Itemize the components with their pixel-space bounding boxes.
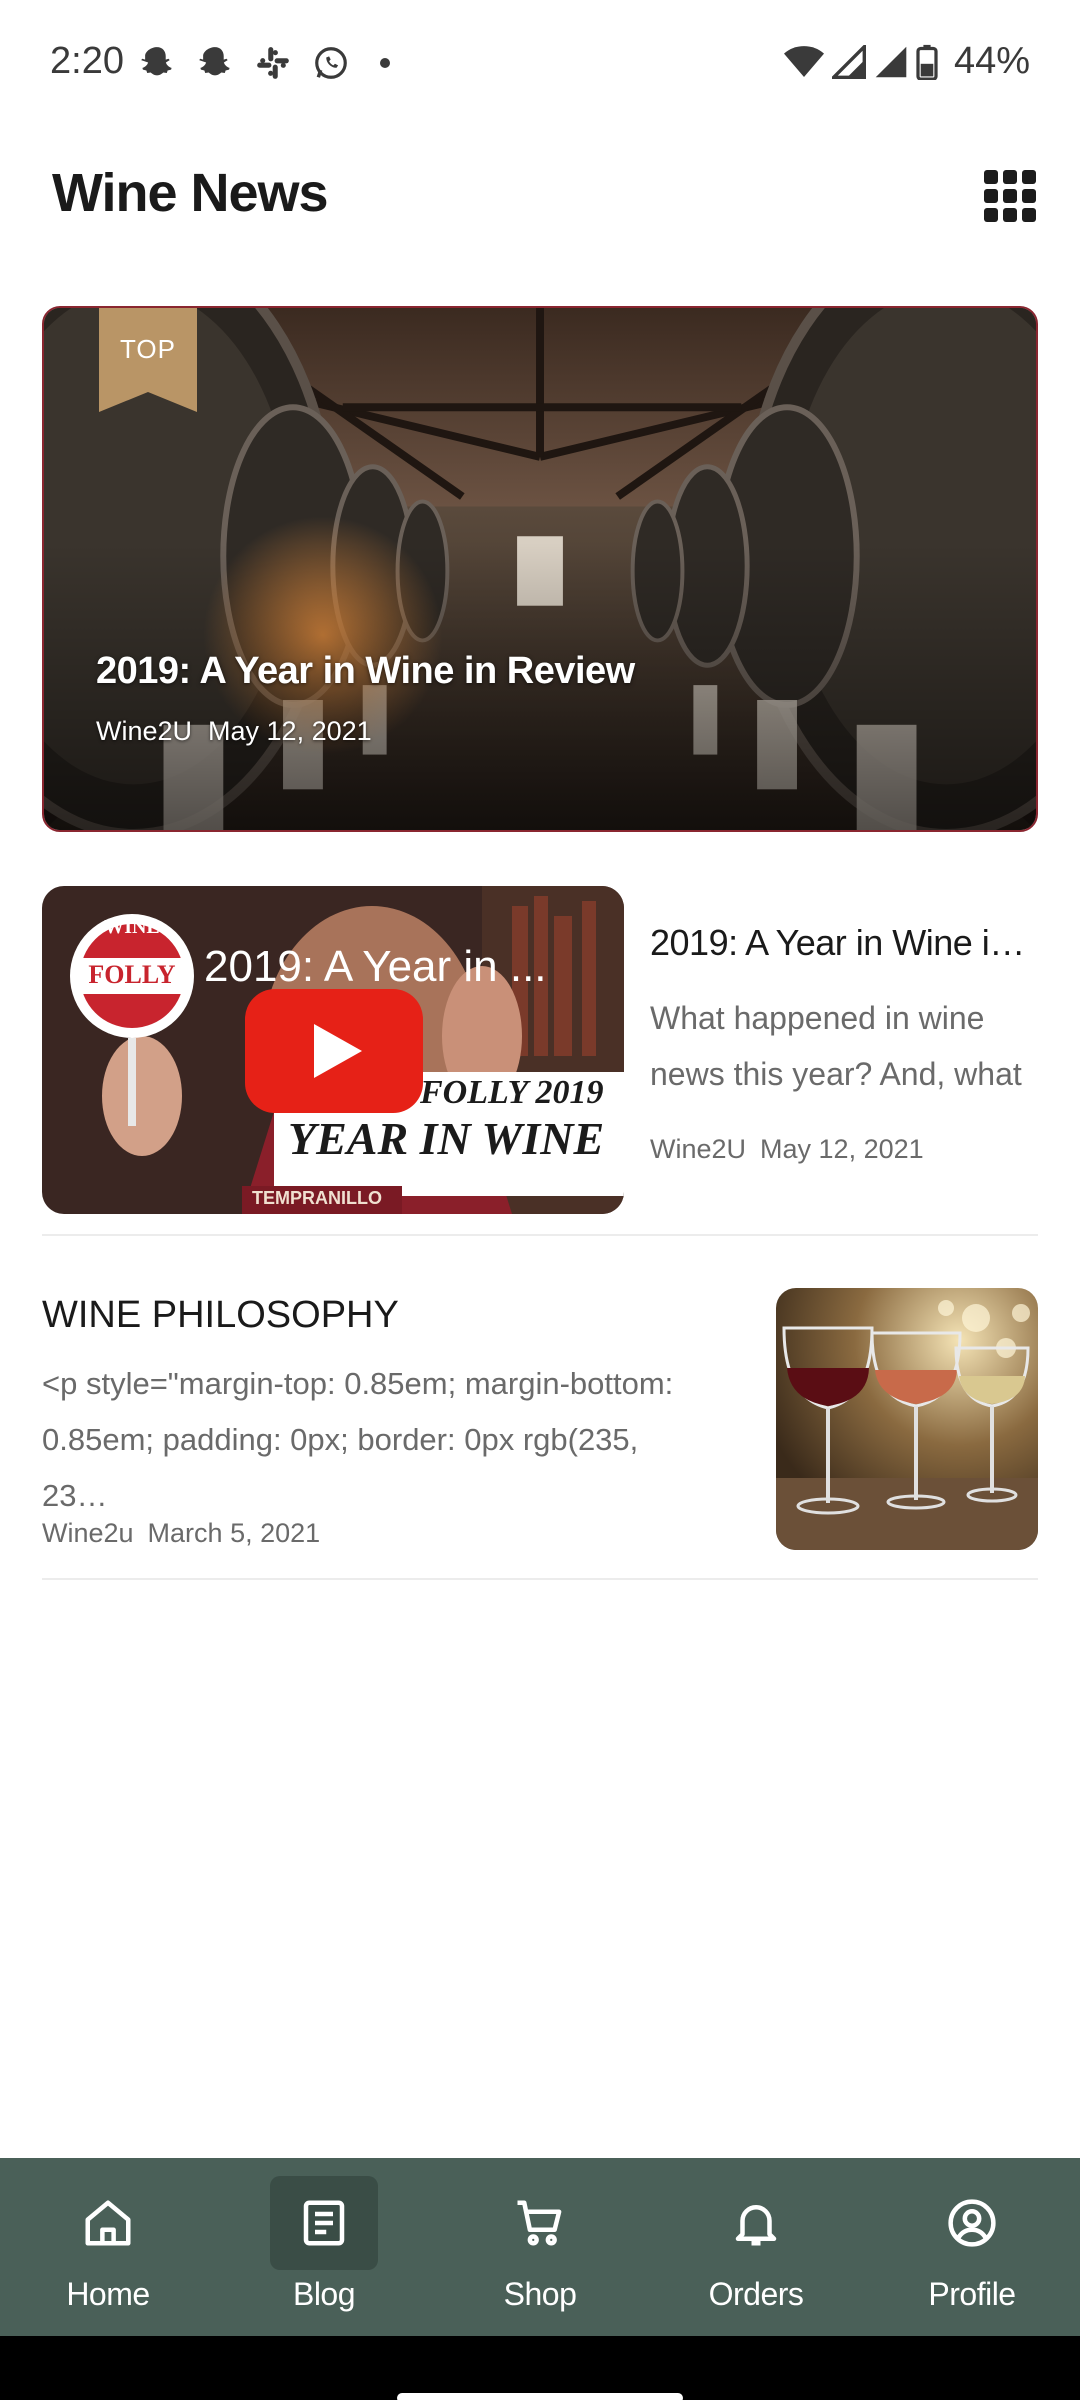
- featured-article-card[interactable]: TOP 2019: A Year in Wine in Review Wine2…: [42, 306, 1038, 832]
- cart-icon: [517, 2200, 562, 2246]
- snapchat-icon: [141, 47, 172, 76]
- system-status: 44%: [783, 40, 1030, 83]
- more-notifications-dot: [380, 58, 390, 68]
- featured-article-title: 2019: A Year in Wine in Review: [96, 650, 635, 692]
- article-date: May 12, 2021: [760, 1134, 924, 1164]
- article-description: <p style="margin-top: 0.85em; margin-bot…: [42, 1366, 674, 1513]
- article-author: Wine2U: [650, 1134, 747, 1164]
- nav-label: Blog: [292, 2276, 356, 2312]
- article-title: WINE PHILOSOPHY: [42, 1294, 399, 1336]
- nav-item-home[interactable]: Home: [0, 2158, 216, 2336]
- snapchat-icon: [199, 47, 230, 76]
- grid-view-button[interactable]: [980, 166, 1040, 226]
- article-text: 2019: A Year in Wine in Review What happ…: [650, 922, 1038, 1165]
- battery-icon: [916, 44, 938, 80]
- battery-percent: 44%: [953, 40, 1030, 82]
- nav-icon-container: [702, 2176, 810, 2270]
- slack-icon: [257, 47, 289, 79]
- wine-glasses-image: [776, 1288, 1038, 1550]
- home-gesture-handle[interactable]: [397, 2393, 683, 2400]
- top-badge-label: TOP: [120, 334, 176, 364]
- home-icon: [85, 2200, 131, 2246]
- article-title: 2019: A Year in Wine in Review: [650, 922, 1038, 963]
- nav-label: Home: [66, 2276, 150, 2312]
- nav-icon-container: [486, 2176, 594, 2270]
- nav-item-blog[interactable]: Blog: [216, 2158, 432, 2336]
- page-title: Wine News: [52, 163, 329, 223]
- nav-label: Shop: [503, 2276, 577, 2312]
- system-navigation-bar: [0, 2336, 1080, 2400]
- blog-icon: [303, 2200, 345, 2246]
- article-meta: Wine2U May 12, 2021: [650, 1134, 1038, 1165]
- video-title-overlay: 2019: A Year in ...: [204, 942, 547, 991]
- nav-item-orders[interactable]: Orders: [648, 2158, 864, 2336]
- nav-icon-container: [270, 2176, 378, 2270]
- status-time: 2:20: [50, 40, 124, 82]
- nav-icon-container: [54, 2176, 162, 2270]
- bell-icon: [735, 2205, 777, 2246]
- article-description: What happened in wine news this year? An…: [650, 1000, 1022, 1092]
- article-author: Wine2U: [96, 716, 193, 746]
- nav-icon-container: [918, 2176, 1026, 2270]
- article-date: May 12, 2021: [208, 716, 372, 746]
- nav-label: Orders: [708, 2276, 804, 2312]
- featured-article-meta: Wine2U May 12, 2021: [96, 716, 372, 747]
- article-list-item[interactable]: WINE PHILOSOPHY <p style="margin-top: 0.…: [42, 1236, 1038, 1580]
- nav-label: Profile: [928, 2276, 1016, 2312]
- video-logo-line2: FOLLY: [88, 960, 176, 989]
- video-thumbnail[interactable]: 2019: A Year in ... WINE FOLLY FOLLY 201…: [42, 886, 624, 1214]
- article-author: Wine2u: [42, 1518, 134, 1548]
- whatsapp-icon: [315, 47, 347, 79]
- video-logo-line1: WINE: [104, 916, 160, 938]
- nav-item-shop[interactable]: Shop: [432, 2158, 648, 2336]
- nav-item-profile[interactable]: Profile: [864, 2158, 1080, 2336]
- profile-icon: [948, 2199, 996, 2247]
- grid-icon: [984, 170, 1036, 222]
- video-shirt-text: TEMPRANILLO: [252, 1188, 382, 1208]
- signal-icon: [831, 44, 866, 79]
- video-banner-line2: YEAR IN WINE: [288, 1113, 605, 1164]
- signal-icon: [875, 46, 907, 77]
- wifi-icon: [783, 45, 824, 77]
- article-list-item[interactable]: 2019: A Year in ... WINE FOLLY FOLLY 201…: [42, 886, 1038, 1236]
- article-date: March 5, 2021: [147, 1518, 321, 1548]
- video-banner-line1: FOLLY 2019: [420, 1074, 604, 1111]
- notification-icons: [138, 44, 390, 82]
- bottom-navigation: Home Blog Shop Orders Profile: [0, 2158, 1080, 2336]
- article-meta: Wine2u March 5, 2021: [42, 1518, 320, 1549]
- status-bar: 2:20 44%: [0, 0, 1080, 128]
